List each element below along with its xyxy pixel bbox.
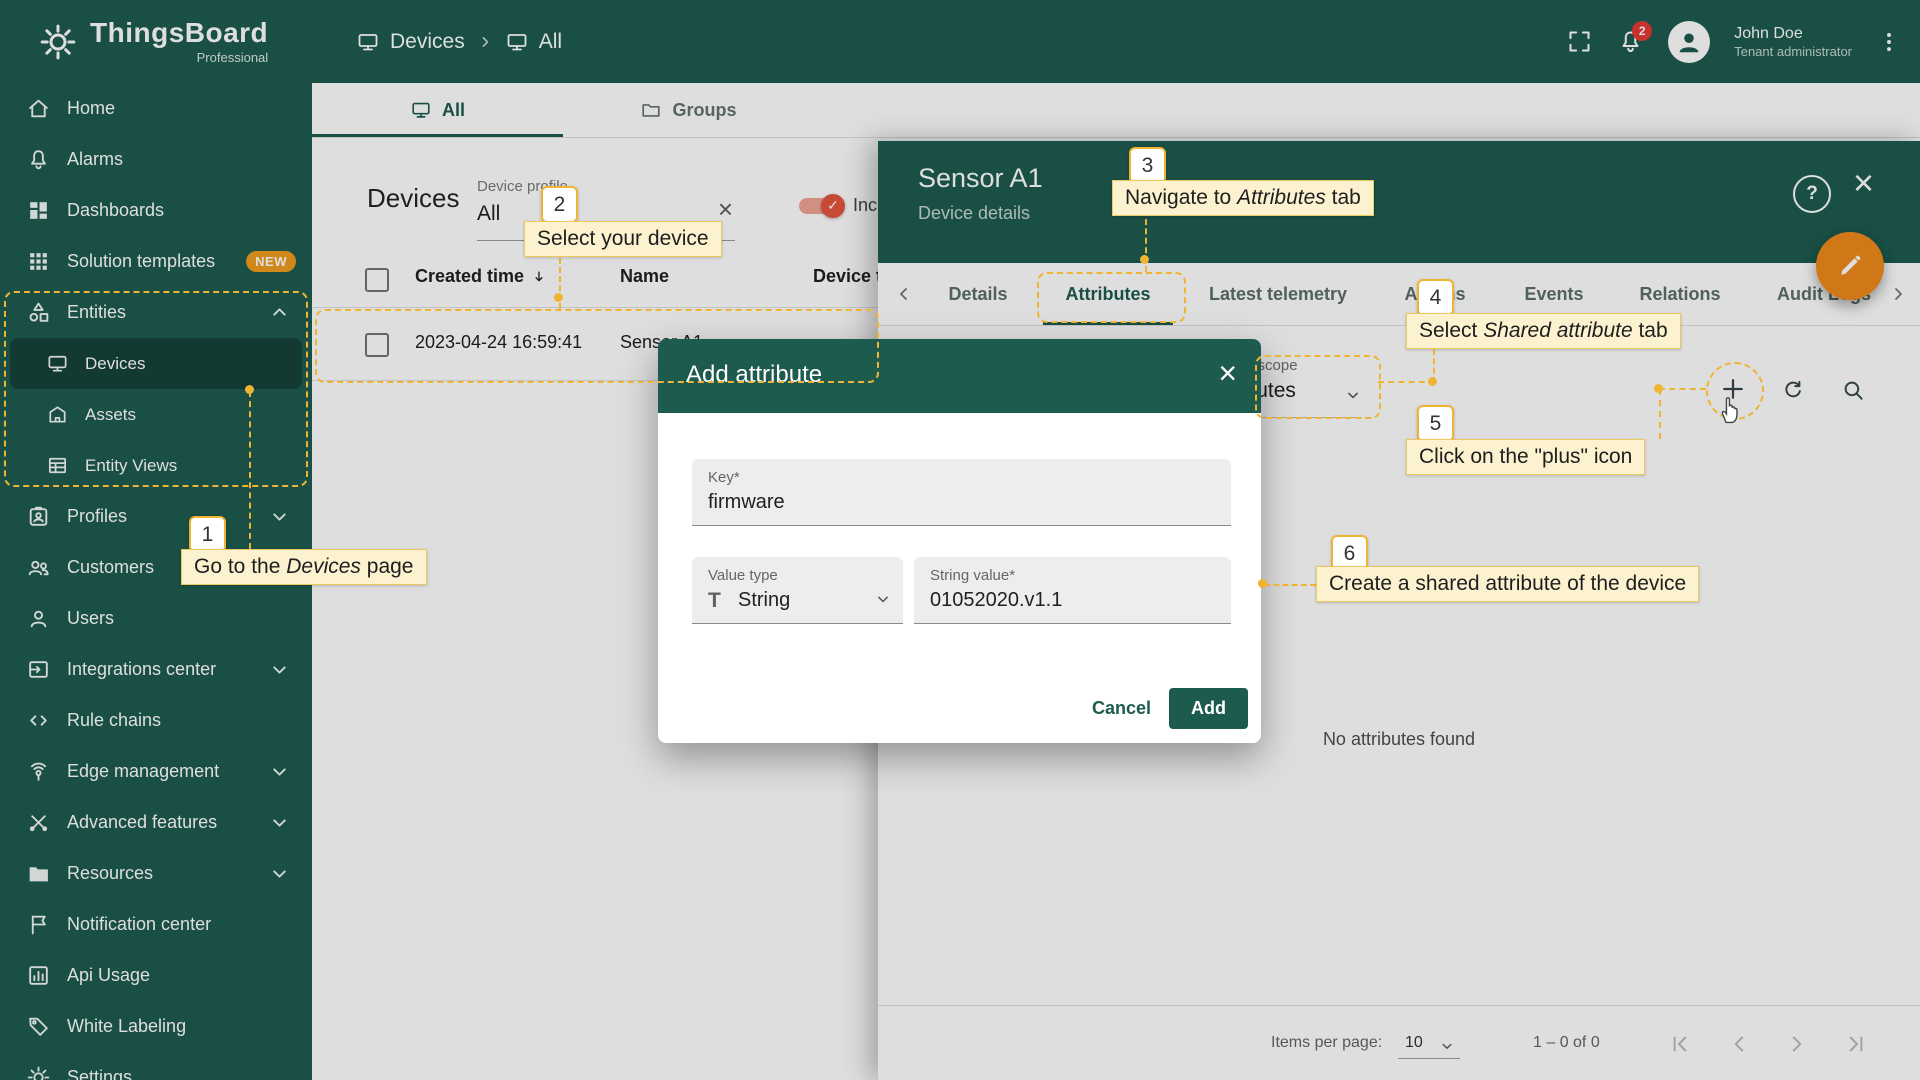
value-type-label: Value type: [708, 567, 778, 584]
thingsboard-app: ThingsBoard Professional Devices All 2 J…: [0, 0, 1920, 1080]
string-value-label: String value*: [930, 567, 1015, 584]
text-type-icon: T: [708, 589, 721, 613]
dialog-title: Add attribute: [686, 361, 822, 389]
value-type-value: String: [738, 589, 790, 612]
add-button[interactable]: Add: [1169, 688, 1248, 729]
value-type-select[interactable]: Value type T String: [692, 557, 903, 624]
key-field[interactable]: Key* firmware: [692, 459, 1231, 526]
chevron-down-icon: [873, 589, 893, 609]
close-icon[interactable]: ×: [1218, 357, 1237, 389]
string-value-value: 01052020.v1.1: [930, 589, 1062, 612]
key-field-label: Key*: [708, 469, 740, 486]
cancel-button[interactable]: Cancel: [1086, 697, 1157, 720]
add-attribute-dialog: Add attribute × Key* firmware Value type…: [658, 339, 1261, 743]
key-field-value: firmware: [708, 491, 785, 514]
string-value-field[interactable]: String value* 01052020.v1.1: [914, 557, 1231, 624]
dialog-header: Add attribute ×: [658, 339, 1261, 413]
